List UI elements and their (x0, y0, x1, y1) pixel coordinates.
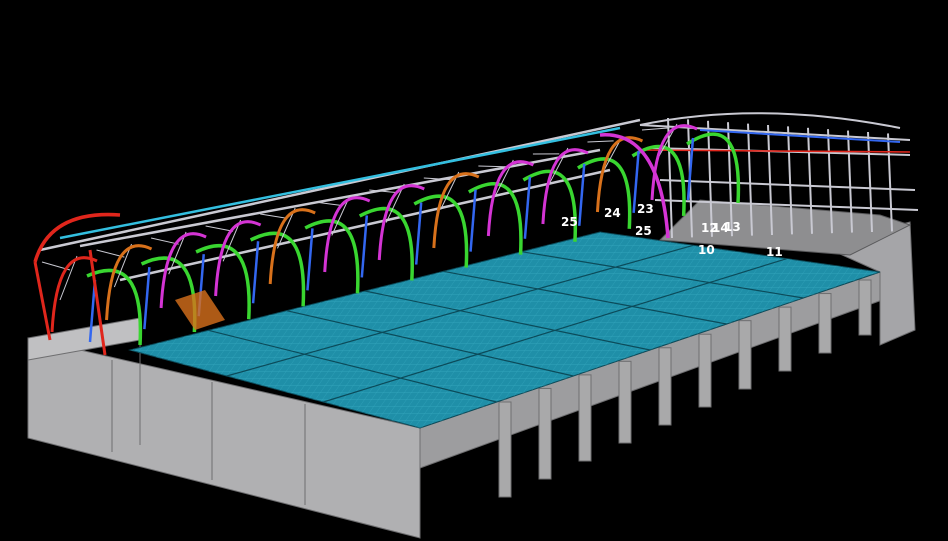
tower-column (887, 133, 893, 232)
end-column (33, 261, 52, 341)
podium-column (658, 347, 672, 426)
truss-web (314, 201, 342, 206)
end-arch (33, 212, 121, 263)
podium-column (738, 320, 752, 390)
truss-web (478, 165, 505, 168)
podium-column (618, 360, 632, 444)
support-column (523, 176, 532, 239)
truss-web (205, 225, 234, 232)
podium-column (818, 293, 832, 354)
label-13: 13 (724, 220, 741, 234)
support-column (469, 189, 477, 252)
podium-column (698, 333, 712, 408)
truss-web (587, 140, 614, 143)
truss-web (260, 213, 288, 219)
truss-web (641, 127, 669, 131)
stair (175, 290, 225, 330)
label-25a: 25 (561, 215, 578, 229)
podium-column (538, 387, 552, 480)
roof-arch (50, 256, 98, 333)
model-viewport[interactable]: 25 24 23 25 12 14 13 10 11 (0, 0, 948, 541)
structural-model-view: 25 24 23 25 12 14 13 10 11 (27, 112, 919, 539)
podium-column (498, 401, 512, 498)
podium-column (578, 374, 592, 462)
longitudinal-beam (59, 126, 621, 240)
podium-column (858, 279, 872, 336)
support-column (578, 163, 586, 226)
tower-beam (699, 129, 901, 143)
label-23: 23 (637, 202, 654, 216)
tower-beam (659, 179, 916, 191)
label-24: 24 (604, 206, 621, 220)
support-column (143, 266, 151, 330)
label-11: 11 (766, 245, 783, 259)
label-25b: 25 (635, 224, 652, 238)
podium-column (778, 306, 792, 372)
label-10: 10 (698, 243, 715, 257)
